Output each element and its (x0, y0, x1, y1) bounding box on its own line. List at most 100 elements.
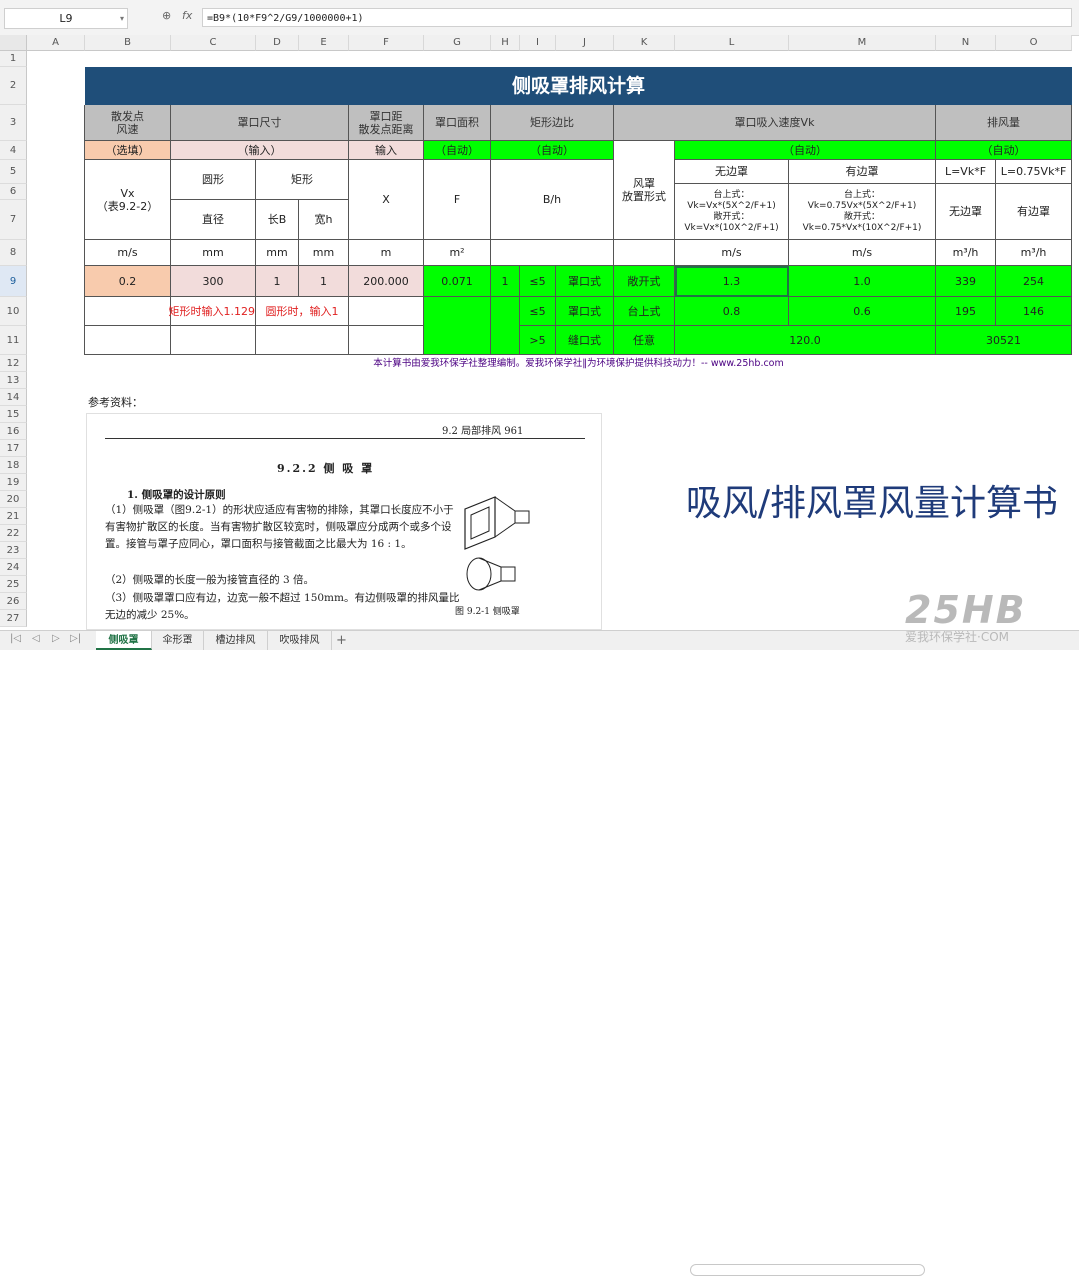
row-header[interactable]: 13 (0, 372, 27, 389)
row-header[interactable]: 8 (0, 240, 27, 266)
last-sheet-icon[interactable]: ▷| (70, 633, 81, 644)
unit-diameter[interactable]: mm (171, 240, 256, 266)
tab-side-hood[interactable]: 侧吸罩 (96, 631, 152, 650)
row-header[interactable]: 6 (0, 184, 27, 200)
hdr-suction-velocity[interactable]: 罩口吸入速度Vk (614, 105, 936, 141)
empty-b10[interactable] (85, 297, 171, 326)
hdr-l-formula[interactable]: L=Vk*F (936, 160, 996, 184)
column-header[interactable]: A (27, 35, 85, 51)
hdr-no-flange[interactable]: 无边罩 (675, 160, 789, 184)
hdr-air-velocity[interactable]: 散发点 风速 (85, 105, 171, 141)
hint-auto-volume[interactable]: （自动） (936, 141, 1072, 160)
result-vk-no-flange-2[interactable]: 0.8 (675, 297, 789, 326)
row-header[interactable]: 4 (0, 141, 27, 160)
select-all-corner[interactable] (0, 35, 27, 51)
hdr-aspect-ratio[interactable]: 矩形边比 (491, 105, 614, 141)
empty-b11[interactable] (85, 326, 171, 355)
prev-sheet-icon[interactable]: ◁ (32, 633, 40, 644)
input-vx[interactable]: 0.2 (85, 266, 171, 297)
next-sheet-icon[interactable]: ▷ (52, 633, 60, 644)
hdr-length-b[interactable]: 长B (256, 200, 299, 240)
hint-auto-velocity[interactable]: （自动） (675, 141, 936, 160)
hdr-vx[interactable]: Vx （表9.2-2） (85, 160, 171, 240)
column-header[interactable]: K (614, 35, 675, 51)
column-header[interactable]: J (556, 35, 614, 51)
row-header[interactable]: 10 (0, 297, 27, 326)
hdr-f[interactable]: F (424, 160, 491, 240)
placement-3[interactable]: 任意 (614, 326, 675, 355)
hood-type-1[interactable]: 罩口式 (556, 266, 614, 297)
row-header[interactable]: 9 (0, 266, 27, 297)
column-header[interactable]: M (789, 35, 936, 51)
placement-2[interactable]: 台上式 (614, 297, 675, 326)
result-ratio[interactable]: 1 (491, 266, 520, 297)
result-vol-no-flange-2[interactable]: 195 (936, 297, 996, 326)
row-header[interactable]: 22 (0, 525, 27, 542)
row-header[interactable]: 1 (0, 51, 27, 67)
unit-vol-no-flange[interactable]: m³/h (936, 240, 996, 266)
hood-type-2[interactable]: 罩口式 (556, 297, 614, 326)
column-header[interactable]: G (424, 35, 491, 51)
name-box[interactable]: L9 ▾ (4, 8, 128, 29)
result-vol-no-flange-1[interactable]: 339 (936, 266, 996, 297)
column-header[interactable]: N (936, 35, 996, 51)
row-header[interactable]: 21 (0, 508, 27, 525)
empty-f11[interactable] (349, 326, 424, 355)
input-width-h[interactable]: 1 (299, 266, 349, 297)
tab-push-pull[interactable]: 吹吸排风 (268, 631, 332, 650)
row-header[interactable]: 3 (0, 105, 27, 141)
chevron-down-icon[interactable]: ▾ (120, 9, 124, 28)
empty-g10[interactable] (424, 297, 491, 355)
footer-note[interactable]: 本计算书由爱我环保学社整理编制。爱我环保学社‖为环境保护提供科技动力！-- ww… (85, 355, 1072, 372)
unit-placement[interactable] (614, 240, 675, 266)
hdr-l075-formula[interactable]: L=0.75Vk*F (996, 160, 1072, 184)
unit-x[interactable]: m (349, 240, 424, 266)
result-vk-slot[interactable]: 120.0 (675, 326, 936, 355)
empty-c11[interactable] (171, 326, 256, 355)
hdr-vol-flange[interactable]: 有边罩 (996, 184, 1072, 240)
ratio-cond-3[interactable]: >5 (520, 326, 556, 355)
hdr-placement[interactable]: 风罩 放置形式 (614, 141, 675, 240)
result-vol-flange-1[interactable]: 254 (996, 266, 1072, 297)
column-header[interactable]: D (256, 35, 299, 51)
row-header[interactable]: 23 (0, 542, 27, 559)
formula-flange[interactable]: 台上式： Vk=0.75Vx*(5X^2/F+1) 敞开式： Vk=0.75*V… (789, 184, 936, 240)
row-header[interactable]: 16 (0, 423, 27, 440)
column-header[interactable]: I (520, 35, 556, 51)
reference-document-image[interactable]: 9.2 局部排风 961 9.2.2 侧 吸 罩 1. 侧吸罩的设计原则 （1）… (86, 413, 602, 630)
row-header[interactable]: 19 (0, 474, 27, 491)
unit-ratio[interactable] (491, 240, 614, 266)
result-vol-slot[interactable]: 30521 (936, 326, 1072, 355)
row-header[interactable]: 5 (0, 160, 27, 184)
unit-length[interactable]: mm (256, 240, 299, 266)
unit-vk-no-flange[interactable]: m/s (675, 240, 789, 266)
hdr-exhaust-volume[interactable]: 排风量 (936, 105, 1072, 141)
hdr-round[interactable]: 圆形 (171, 160, 256, 200)
reference-label[interactable]: 参考资料： (88, 394, 143, 410)
hdr-diameter[interactable]: 直径 (171, 200, 256, 240)
row-header[interactable]: 26 (0, 593, 27, 610)
tab-slot-exhaust[interactable]: 槽边排风 (204, 631, 268, 650)
unit-width[interactable]: mm (299, 240, 349, 266)
row-header[interactable]: 18 (0, 457, 27, 474)
row-header[interactable]: 2 (0, 67, 27, 105)
result-area[interactable]: 0.071 (424, 266, 491, 297)
note-round-input[interactable]: 圆形时，输入1 (256, 297, 349, 326)
empty-d11[interactable] (256, 326, 349, 355)
row-header[interactable]: 7 (0, 200, 27, 240)
row-header[interactable]: 24 (0, 559, 27, 576)
unit-vx[interactable]: m/s (85, 240, 171, 266)
unit-vol-flange[interactable]: m³/h (996, 240, 1072, 266)
hint-auto-ratio[interactable]: （自动） (491, 141, 614, 160)
hdr-area[interactable]: 罩口面积 (424, 105, 491, 141)
tab-umbrella-hood[interactable]: 伞形罩 (152, 631, 204, 650)
hdr-flange[interactable]: 有边罩 (789, 160, 936, 184)
input-diameter[interactable]: 300 (171, 266, 256, 297)
row-header[interactable]: 15 (0, 406, 27, 423)
first-sheet-icon[interactable]: |◁ (10, 633, 21, 644)
row-header[interactable]: 27 (0, 610, 27, 627)
horizontal-scrollbar[interactable] (690, 1264, 925, 1276)
sheet-title[interactable]: 侧吸罩排风计算 (85, 67, 1072, 105)
column-header[interactable]: E (299, 35, 349, 51)
column-header[interactable]: F (349, 35, 424, 51)
